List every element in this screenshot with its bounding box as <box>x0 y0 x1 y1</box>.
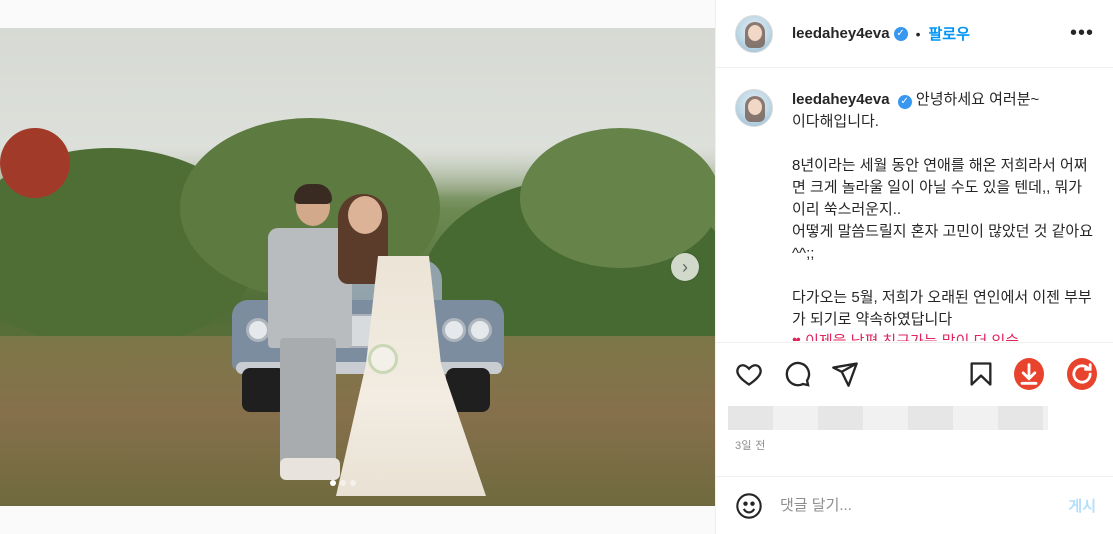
next-slide-button[interactable]: › <box>671 253 699 281</box>
caption-tail: ♥ 이제을 남편 친구가는 많이 더 있습 <box>792 333 1019 341</box>
verified-badge-icon: ✓ <box>897 95 912 109</box>
follow-button[interactable]: 팔로우 <box>928 23 969 44</box>
download-icon[interactable] <box>1014 358 1044 390</box>
comment-input[interactable] <box>780 497 1069 514</box>
caption-area: leedahey4eva ✓ 안녕하세요 여러분~ 이다해입니다. 8년이라는 … <box>716 69 1113 341</box>
share-icon[interactable] <box>830 359 860 389</box>
post-photo <box>0 28 715 506</box>
post-side-panel: leedahey4eva ✓ • 팔로우 ••• leedahey4eva ✓ … <box>715 0 1113 534</box>
bookmark-icon[interactable] <box>966 359 996 389</box>
avatar[interactable] <box>735 89 773 127</box>
post-comment-button[interactable]: 게시 <box>1068 495 1096 516</box>
refresh-icon[interactable] <box>1067 358 1097 390</box>
post-date[interactable]: 3일 전 <box>735 437 766 453</box>
action-bar <box>716 342 1113 404</box>
chevron-right-icon: › <box>682 256 688 277</box>
carousel-dot <box>350 480 356 486</box>
comment-bar: 게시 <box>716 476 1113 534</box>
media-area: › <box>0 0 715 534</box>
caption-text: leedahey4eva ✓ 안녕하세요 여러분~ 이다해입니다. 8년이라는 … <box>792 89 1096 341</box>
caption-body: 이다해입니다. 8년이라는 세월 동안 연애를 해온 저희라서 어쩌면 크게 놀… <box>792 113 1094 328</box>
more-options-icon[interactable]: ••• <box>1070 22 1094 45</box>
carousel-dot <box>330 480 336 486</box>
bride-figure <box>330 194 490 496</box>
caption-first-line: 안녕하세요 여러분~ <box>915 91 1040 108</box>
heart-icon[interactable] <box>734 359 764 389</box>
username-link[interactable]: leedahey4eva <box>792 25 890 42</box>
post-header: leedahey4eva ✓ • 팔로우 ••• <box>716 0 1113 68</box>
verified-badge-icon: ✓ <box>893 26 908 41</box>
emoji-icon[interactable] <box>734 491 764 521</box>
avatar[interactable] <box>735 14 773 53</box>
instagram-post-view: › leedahey4eva ✓ • 팔로우 ••• leedahey4eva … <box>0 0 1113 534</box>
carousel-dot <box>340 480 346 486</box>
comment-icon[interactable] <box>782 359 812 389</box>
likes-redacted-bar <box>728 406 1048 430</box>
separator-dot: • <box>915 25 921 42</box>
carousel-dots <box>330 480 356 486</box>
caption-username[interactable]: leedahey4eva <box>792 91 890 108</box>
